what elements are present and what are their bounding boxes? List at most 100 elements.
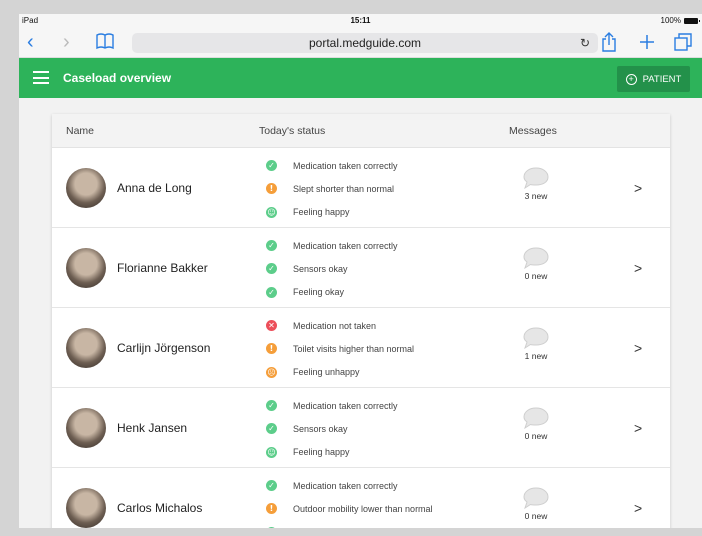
messages-cell[interactable]: 1 new xyxy=(506,326,566,361)
status-check-icon: ✓ xyxy=(266,423,277,435)
avatar xyxy=(66,328,106,368)
reload-icon[interactable]: ↻ xyxy=(580,33,590,53)
add-patient-label: PATIENT xyxy=(642,73,682,85)
chat-bubble-icon xyxy=(523,407,549,430)
chevron-right-icon[interactable]: > xyxy=(634,148,642,228)
messages-cell[interactable]: 0 new xyxy=(506,246,566,281)
caseload-table: Name Today's status Messages Anna de Lon… xyxy=(52,114,670,528)
header-messages: Messages xyxy=(509,125,557,137)
header-name: Name xyxy=(66,125,95,137)
share-icon[interactable] xyxy=(601,32,617,56)
status-smiley-happy-icon: ☺ xyxy=(266,206,277,218)
status-text: Slept shorter than normal xyxy=(293,183,395,194)
chevron-right-icon[interactable]: > xyxy=(634,468,642,528)
address-bar[interactable]: portal.medguide.com ↻ xyxy=(132,33,598,53)
status-text: Feeling happy xyxy=(293,207,350,218)
avatar xyxy=(66,168,106,208)
tabs-icon[interactable] xyxy=(674,32,692,56)
status-text: Sensors okay xyxy=(293,423,348,434)
patient-name[interactable]: Carlijn Jörgenson xyxy=(117,308,210,388)
message-count: 0 new xyxy=(524,431,548,441)
status-check-icon: ✓ xyxy=(266,160,277,172)
message-count: 0 new xyxy=(524,511,548,521)
status-smiley-unhappy-icon: ☹ xyxy=(266,366,277,378)
url-text: portal.medguide.com xyxy=(308,36,422,50)
battery-icon xyxy=(684,17,700,24)
status-line: ✓ Sensors okay xyxy=(266,417,506,440)
status-text: Sensors okay xyxy=(293,263,348,274)
chat-bubble-icon xyxy=(523,487,549,510)
status-text: Medication taken correctly xyxy=(293,240,398,251)
clock: 15:11 xyxy=(350,16,371,25)
avatar xyxy=(66,488,106,528)
status-check-icon: ✓ xyxy=(266,263,277,275)
status-line: ✓ Medication taken correctly xyxy=(266,474,506,497)
status-line: ! Toilet visits higher than normal xyxy=(266,337,506,360)
add-icon: + xyxy=(625,73,637,85)
status-smiley-happy-icon: ☺ xyxy=(266,446,277,458)
messages-cell[interactable]: 0 new xyxy=(506,406,566,441)
status-text: Toilet visits higher than normal xyxy=(293,343,415,354)
chat-bubble-icon xyxy=(523,327,549,350)
status-exclamation-icon: ! xyxy=(266,343,277,355)
status-check-icon: ✓ xyxy=(266,480,277,492)
status-exclamation-icon: ! xyxy=(266,503,277,515)
status-line: ☺ Feeling happy xyxy=(266,441,506,464)
add-patient-button[interactable]: + PATIENT xyxy=(617,66,690,92)
status-text: Medication taken correctly xyxy=(293,160,398,171)
header-status: Today's status xyxy=(259,125,326,137)
status-list: ✕ Medication not taken ! Toilet visits h… xyxy=(266,314,506,384)
status-line: ✓ Sensors okay xyxy=(266,257,506,280)
status-text: Feeling unhappy xyxy=(293,367,360,378)
status-text: Medication taken correctly xyxy=(293,400,398,411)
table-row[interactable]: Anna de Long ✓ Medication taken correctl… xyxy=(52,148,670,228)
status-cross-icon: ✕ xyxy=(266,320,277,332)
patient-name[interactable]: Anna de Long xyxy=(117,148,192,228)
status-line: ! Slept shorter than normal xyxy=(266,177,506,200)
message-count: 3 new xyxy=(524,191,548,201)
table-row[interactable]: Henk Jansen ✓ Medication taken correctly… xyxy=(52,388,670,468)
chat-bubble-icon xyxy=(523,247,549,270)
chevron-right-icon[interactable]: > xyxy=(634,308,642,388)
ipad-screen: iPad 15:11 100% ‹ › portal.medguide.com … xyxy=(19,14,702,528)
forward-icon[interactable]: › xyxy=(63,32,70,52)
messages-cell[interactable]: 0 new xyxy=(506,486,566,521)
status-text: Feeling okay xyxy=(293,287,345,298)
status-list: ✓ Medication taken correctly ! Outdoor m… xyxy=(266,474,506,528)
app-header: Caseload overview + PATIENT xyxy=(19,58,702,98)
avatar xyxy=(66,408,106,448)
status-line: ✓ Medication taken correctly xyxy=(266,154,506,177)
status-text: Feeling happy xyxy=(293,447,350,458)
status-text: Medication taken correctly xyxy=(293,480,398,491)
table-header: Name Today's status Messages xyxy=(52,114,670,148)
status-list: ✓ Medication taken correctly ✓ Sensors o… xyxy=(266,234,506,304)
status-text: Medication not taken xyxy=(293,320,377,331)
patient-name[interactable]: Florianne Bakker xyxy=(117,228,208,308)
table-row[interactable]: Carlos Michalos ✓ Medication taken corre… xyxy=(52,468,670,528)
status-exclamation-icon: ! xyxy=(266,183,277,195)
patient-name[interactable]: Carlos Michalos xyxy=(117,468,202,528)
browser-toolbar: ‹ › portal.medguide.com ↻ xyxy=(19,28,702,58)
page-title: Caseload overview xyxy=(63,71,172,85)
patient-name[interactable]: Henk Jansen xyxy=(117,388,187,468)
status-line: ☺ Feeling happy xyxy=(266,201,506,224)
messages-cell[interactable]: 3 new xyxy=(506,166,566,201)
avatar xyxy=(66,248,106,288)
menu-icon[interactable] xyxy=(33,71,49,84)
message-count: 1 new xyxy=(524,351,548,361)
new-tab-icon[interactable] xyxy=(639,32,655,56)
status-line: ✓ xyxy=(266,521,506,528)
chevron-right-icon[interactable]: > xyxy=(634,228,642,308)
message-count: 0 new xyxy=(524,271,548,281)
bookmarks-icon[interactable] xyxy=(95,32,115,54)
table-row[interactable]: Carlijn Jörgenson ✕ Medication not taken… xyxy=(52,308,670,388)
status-text: Outdoor mobility lower than normal xyxy=(293,503,433,514)
status-line: ✕ Medication not taken xyxy=(266,314,506,337)
battery-indicator: 100% xyxy=(661,16,700,25)
status-list: ✓ Medication taken correctly ! Slept sho… xyxy=(266,154,506,224)
back-icon[interactable]: ‹ xyxy=(27,32,34,52)
table-row[interactable]: Florianne Bakker ✓ Medication taken corr… xyxy=(52,228,670,308)
status-line: ✓ Medication taken correctly xyxy=(266,394,506,417)
chevron-right-icon[interactable]: > xyxy=(634,388,642,468)
status-line: ✓ Feeling okay xyxy=(266,281,506,304)
